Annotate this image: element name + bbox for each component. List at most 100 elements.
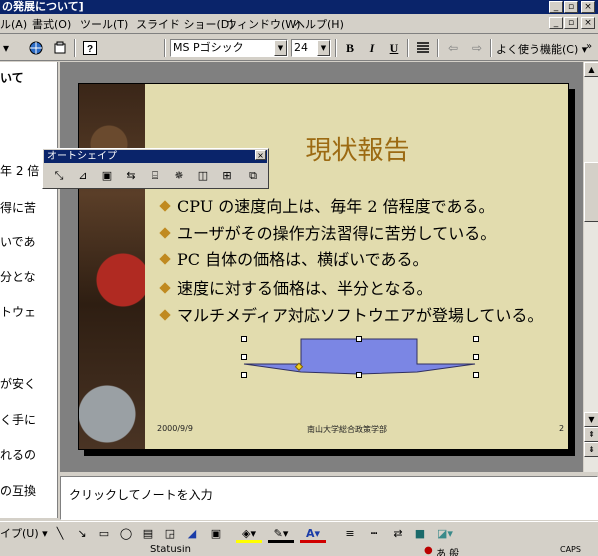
next-slide-icon[interactable]: ⇟	[584, 442, 598, 457]
align-icon[interactable]	[413, 38, 433, 58]
arrow-icon[interactable]: ↘	[72, 525, 92, 543]
slide-bullet[interactable]: マルチメディア対応ソフトウエアが登場している。	[159, 306, 544, 326]
notes-pane[interactable]: クリックしてノートを入力	[60, 476, 598, 520]
font-name-combo[interactable]: MS Pゴシック ▼	[170, 39, 288, 57]
slide-bullet[interactable]: PC 自体の価格は、横ばいである。	[159, 250, 429, 270]
outline-line: が安く	[0, 377, 37, 391]
arrow-style-icon[interactable]: ⇄	[388, 525, 408, 543]
diamond-bullet-icon	[159, 200, 171, 212]
toolbar-overflow-icon[interactable]: ▾	[0, 38, 12, 58]
help-icon[interactable]: ?	[80, 38, 100, 58]
toolbar-more-icon[interactable]: »	[586, 41, 592, 52]
shape-tool-basic-icon[interactable]: ▣	[97, 167, 117, 185]
doc-minimize-button[interactable]: _	[549, 17, 563, 29]
oval-icon[interactable]: ◯	[116, 525, 136, 543]
scroll-up-icon[interactable]: ▲	[584, 62, 598, 77]
italic-button[interactable]: I	[362, 38, 382, 58]
autoshapes-menu-button[interactable]: イプ(U) ▾	[0, 525, 48, 543]
chevron-down-icon[interactable]: ▼	[317, 40, 330, 56]
slide-bullet[interactable]: ユーザがその操作方法習得に苦労している。	[159, 224, 497, 244]
previous-slide-icon[interactable]: ⇞	[584, 427, 598, 442]
fill-color-icon[interactable]: ◈▾	[236, 525, 262, 543]
minimize-button[interactable]: _	[549, 1, 563, 13]
slide-canvas[interactable]: 現状報告 CPU の速度向上は、毎年 2 倍程度である。 ユーザがその操作方法習…	[78, 83, 569, 450]
outline-line: の互換	[0, 484, 37, 498]
shape-tool-action-icon[interactable]: ⊞	[217, 167, 237, 185]
close-button[interactable]: ×	[581, 1, 595, 13]
globe-icon[interactable]	[26, 38, 46, 58]
shape-tool-connectors-icon[interactable]: ⊿	[73, 167, 93, 185]
resize-handle[interactable]	[356, 372, 362, 378]
outline-line: いであ	[0, 235, 36, 249]
menu-item-window[interactable]: ウィンドウ(W)	[226, 17, 300, 32]
font-size-combo[interactable]: 24 ▼	[291, 39, 331, 57]
menu-item-tools[interactable]: ツール(T)	[80, 17, 128, 32]
rectangle-icon[interactable]: ▭	[94, 525, 114, 543]
ime-icon[interactable]: ●	[424, 545, 433, 556]
title-bar: の発展について] _ ▫ ×	[0, 0, 598, 14]
font-color-icon[interactable]: A▾	[300, 525, 326, 543]
bullet-text: PC 自体の価格は、横ばいである。	[177, 250, 429, 269]
doc-close-button[interactable]: ×	[581, 17, 595, 29]
caps-indicator: CAPS	[560, 545, 581, 554]
doc-restore-button[interactable]: ▫	[564, 17, 578, 29]
resize-handle[interactable]	[241, 354, 247, 360]
toolbar-separator	[407, 39, 409, 57]
outline-line: 分とな	[0, 270, 36, 284]
notes-placeholder[interactable]: クリックしてノートを入力	[69, 486, 213, 503]
slide-bullet[interactable]: CPU の速度向上は、毎年 2 倍程度である。	[159, 197, 495, 217]
wordart-icon[interactable]: ◲	[160, 525, 180, 543]
underline-button[interactable]: U	[384, 38, 404, 58]
menu-item-format[interactable]: 書式(O)	[32, 17, 71, 32]
resize-handle[interactable]	[473, 354, 479, 360]
dash-style-icon[interactable]: ┅	[364, 525, 384, 543]
shape-tool-more-icon[interactable]: ⧉	[243, 167, 263, 185]
shadow-icon[interactable]: ■	[410, 525, 430, 543]
diamond-bullet-icon	[159, 282, 171, 294]
autoshape-toolbar[interactable]: オートシェイプ × ⤡ ⊿ ▣ ⇆ ⌸ ✵ ◫ ⊞ ⧉	[42, 148, 269, 189]
menu-item-slideshow[interactable]: スライド ショー(D)	[136, 17, 234, 32]
vertical-scrollbar[interactable]: ▲ ▼ ⇞ ⇟	[583, 62, 598, 472]
outline-line: 得に苦	[0, 201, 37, 215]
bullet-text: ユーザがその操作方法習得に苦労している。	[177, 224, 497, 243]
shape-tool-callouts-icon[interactable]: ◫	[193, 167, 213, 185]
menu-item-slide[interactable]: ル(A)	[0, 17, 27, 32]
3d-icon[interactable]: ◪▾	[432, 525, 458, 543]
demote-icon[interactable]: ⇨	[467, 38, 487, 58]
scroll-down-icon[interactable]: ▼	[584, 412, 598, 427]
resize-handle[interactable]	[473, 372, 479, 378]
line-color-icon[interactable]: ✎▾	[268, 525, 294, 543]
resize-handle[interactable]	[356, 336, 362, 342]
line-icon[interactable]: ╲	[50, 525, 70, 543]
font-name-value: MS Pゴシック	[173, 41, 244, 54]
wordart-gallery-icon[interactable]: ◢	[182, 525, 202, 543]
ime-mode[interactable]: あ 般	[436, 545, 459, 556]
shape-tool-lines-icon[interactable]: ⤡	[49, 167, 69, 185]
resize-handle[interactable]	[241, 336, 247, 342]
menu-item-help[interactable]: ヘルプ(H)	[294, 17, 344, 32]
close-icon[interactable]: ×	[255, 150, 266, 160]
shape-tool-stars-icon[interactable]: ✵	[169, 167, 189, 185]
autoshape-toolbar-title[interactable]: オートシェイプ	[44, 150, 267, 163]
resize-handle[interactable]	[473, 336, 479, 342]
slide-footer-date: 2000/9/9	[157, 424, 193, 433]
outline-pane[interactable]: いて 年 2 倍 得に苦 いであ 分とな トウェ が安く く手に れるの の互換	[0, 62, 58, 518]
promote-icon[interactable]: ⇦	[443, 38, 463, 58]
outline-line: 年 2 倍	[0, 164, 40, 178]
chevron-down-icon[interactable]: ▼	[274, 40, 287, 56]
slide-footer-center: 南山大学総合政策学部	[307, 425, 387, 434]
resize-handle[interactable]	[241, 372, 247, 378]
insert-icon[interactable]	[50, 38, 70, 58]
line-style-icon[interactable]: ≡	[340, 525, 360, 543]
bold-button[interactable]: B	[340, 38, 360, 58]
shape-tool-flowchart-icon[interactable]: ⌸	[145, 167, 165, 185]
restore-button[interactable]: ▫	[564, 1, 578, 13]
clipart-icon[interactable]: ▣	[206, 525, 226, 543]
frequent-commands-button[interactable]: よく使う機能(C) ▾	[496, 41, 587, 57]
slide-bullet[interactable]: 速度に対する価格は、半分となる。	[159, 279, 433, 299]
textbox-icon[interactable]: ▤	[138, 525, 158, 543]
toolbar-separator	[74, 39, 76, 57]
scroll-thumb[interactable]	[584, 162, 598, 222]
shape-tool-arrows-icon[interactable]: ⇆	[121, 167, 141, 185]
bullet-text: マルチメディア対応ソフトウエアが登場している。	[177, 306, 544, 325]
